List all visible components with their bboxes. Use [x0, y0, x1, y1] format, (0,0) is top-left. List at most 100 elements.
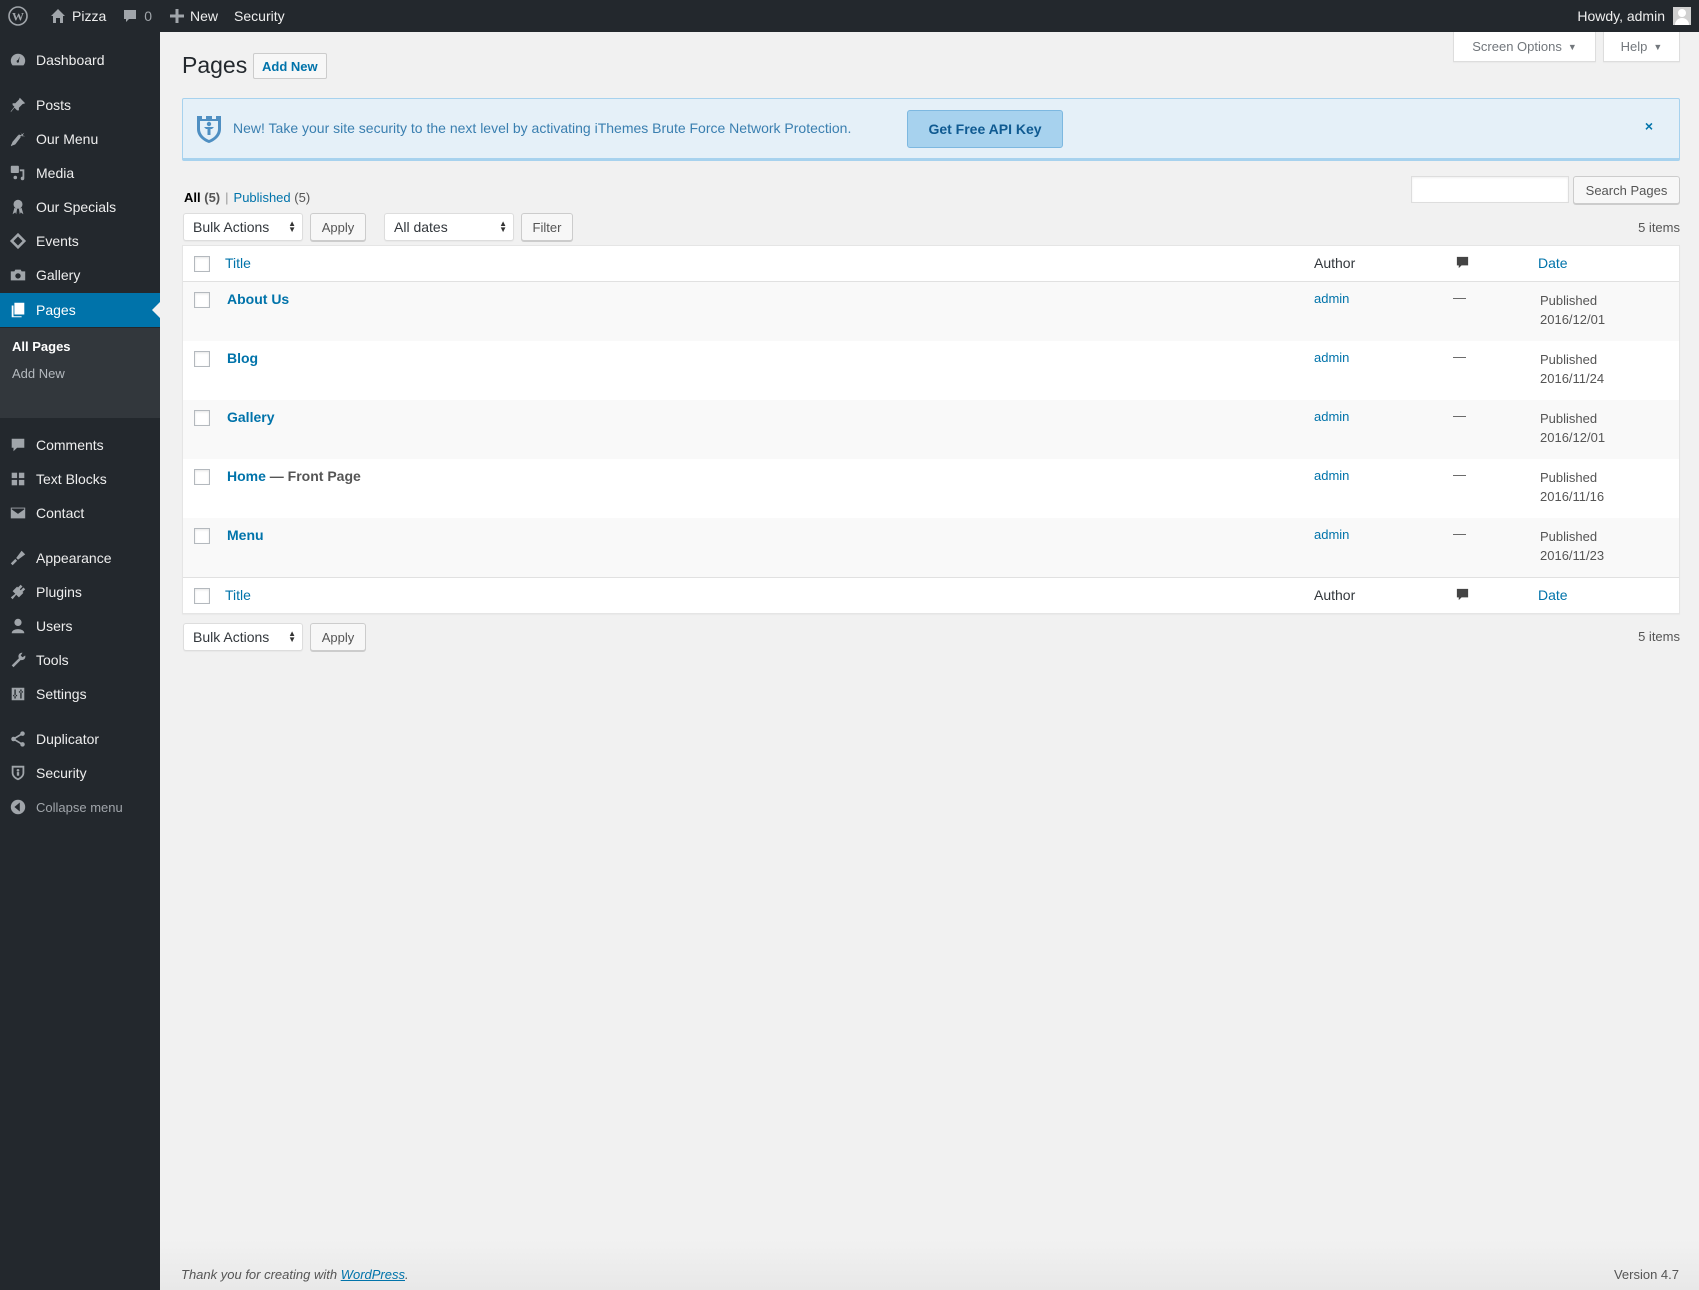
- page-title-link[interactable]: Gallery: [227, 409, 274, 425]
- view-all[interactable]: All (5): [184, 190, 220, 205]
- comments-count: —: [1453, 467, 1466, 482]
- sidebar-item-duplicator[interactable]: Duplicator: [0, 722, 160, 756]
- security-notice: New! Take your site security to the next…: [182, 98, 1680, 161]
- sidebar-item-label: Events: [36, 233, 79, 249]
- sidebar-item-label: Security: [36, 765, 87, 781]
- comments-count: 0: [144, 8, 153, 24]
- dismiss-notice-close-icon[interactable]: ×: [1645, 118, 1653, 134]
- sidebar-item-users[interactable]: Users: [0, 609, 160, 643]
- howdy-text: Howdy, admin: [1577, 8, 1665, 24]
- sidebar-item-settings[interactable]: Settings: [0, 677, 160, 711]
- publish-date: 2016/11/23: [1540, 548, 1605, 563]
- publish-date: 2016/12/01: [1540, 312, 1606, 327]
- account-menu[interactable]: Howdy, admin: [1569, 0, 1699, 32]
- search-pages-input[interactable]: [1411, 176, 1569, 203]
- bulk-actions-select-top[interactable]: Bulk Actions ▲ ▼: [183, 213, 303, 241]
- page-title: Pages: [182, 52, 248, 78]
- collapse-menu-button[interactable]: Collapse menu: [0, 790, 160, 824]
- sort-by-date[interactable]: Date: [1538, 255, 1568, 271]
- select-all-checkbox[interactable]: [194, 256, 210, 272]
- page-title-link[interactable]: Menu: [227, 527, 264, 543]
- author-link[interactable]: admin: [1314, 468, 1349, 483]
- publish-status: Published: [1540, 411, 1598, 426]
- sidebar-item-dashboard[interactable]: Dashboard: [0, 43, 160, 77]
- author-link[interactable]: admin: [1314, 350, 1349, 365]
- pages-table: Title Author Date About Us admin — Publi…: [182, 245, 1680, 614]
- sidebar-item-text-blocks[interactable]: Text Blocks: [0, 462, 160, 496]
- sidebar-item-label: Tools: [36, 652, 69, 668]
- pages-submenu: All Pages Add New: [0, 328, 160, 418]
- sidebar-item-plugins[interactable]: Plugins: [0, 575, 160, 609]
- sidebar-item-pages[interactable]: Pages: [0, 293, 160, 327]
- comments-count: —: [1453, 526, 1466, 541]
- page-title-link[interactable]: Blog: [227, 350, 258, 366]
- sidebar-item-label: Gallery: [36, 267, 81, 283]
- thanks-text: Thank you for creating with: [181, 1267, 341, 1282]
- site-name-link[interactable]: Pizza: [36, 0, 114, 32]
- table-row: Menu admin — Published 2016/11/23: [183, 518, 1679, 577]
- sidebar-item-label: Our Specials: [36, 199, 117, 215]
- sidebar-item-posts[interactable]: Posts: [0, 88, 160, 122]
- apply-button-bottom[interactable]: Apply: [310, 623, 366, 651]
- sidebar-item-appearance[interactable]: Appearance: [0, 541, 160, 575]
- email-icon: [0, 504, 36, 522]
- select-all-checkbox-bottom[interactable]: [194, 588, 210, 604]
- dates-filter-select[interactable]: All dates ▲ ▼: [384, 213, 514, 241]
- wordpress-logo-button[interactable]: W: [0, 0, 36, 32]
- sidebar-item-security[interactable]: Security: [0, 756, 160, 790]
- sidebar-item-gallery[interactable]: Gallery: [0, 258, 160, 292]
- submenu-all-pages[interactable]: All Pages: [12, 339, 71, 354]
- sidebar-item-events[interactable]: Events: [0, 224, 160, 258]
- page-title-link[interactable]: About Us: [227, 291, 289, 307]
- sort-by-date-bottom[interactable]: Date: [1538, 587, 1568, 603]
- shield-icon: [0, 764, 36, 782]
- sidebar-item-media[interactable]: Media: [0, 156, 160, 190]
- sidebar-item-our-specials[interactable]: Our Specials: [0, 190, 160, 224]
- security-link[interactable]: Security: [226, 0, 293, 32]
- comments-link[interactable]: 0: [114, 0, 160, 32]
- sidebar-item-label: Collapse menu: [36, 799, 123, 815]
- admin-footer: Thank you for creating with WordPress. V…: [160, 1240, 1699, 1290]
- sidebar-item-comments[interactable]: Comments: [0, 428, 160, 462]
- view-separator: |: [225, 190, 229, 205]
- get-free-api-key-button[interactable]: Get Free API Key: [907, 110, 1063, 148]
- sidebar-item-tools[interactable]: Tools: [0, 643, 160, 677]
- row-date: Published 2016/11/23: [1540, 527, 1604, 565]
- row-title: Home — Front Page: [227, 468, 361, 484]
- view-published[interactable]: Published (5): [234, 190, 311, 205]
- publish-status: Published: [1540, 529, 1598, 544]
- sort-by-title[interactable]: Title: [225, 255, 251, 271]
- publish-date: 2016/12/01: [1540, 430, 1606, 445]
- sidebar-item-our-menu[interactable]: Our Menu: [0, 122, 160, 156]
- filter-button[interactable]: Filter: [521, 213, 573, 241]
- settings-icon: [0, 685, 36, 703]
- author-link[interactable]: admin: [1314, 409, 1349, 424]
- search-pages-button[interactable]: Search Pages: [1573, 176, 1680, 204]
- table-row: Gallery admin — Published 2016/12/01: [183, 400, 1679, 459]
- row-checkbox[interactable]: [194, 410, 210, 426]
- admin-bar: W Pizza 0 New Security Howdy, admin: [0, 0, 1699, 32]
- sort-by-title-bottom[interactable]: Title: [225, 587, 251, 603]
- row-checkbox[interactable]: [194, 469, 210, 485]
- avatar: [1673, 7, 1691, 25]
- new-content-link[interactable]: New: [160, 0, 226, 32]
- table-row: Home — Front Page admin — Published 2016/…: [183, 459, 1679, 518]
- row-checkbox[interactable]: [194, 292, 210, 308]
- sidebar-item-contact[interactable]: Contact: [0, 496, 160, 530]
- author-link[interactable]: admin: [1314, 291, 1349, 306]
- help-button[interactable]: Help ▼: [1603, 32, 1680, 62]
- bulk-actions-select-bottom[interactable]: Bulk Actions ▲ ▼: [183, 623, 303, 651]
- add-new-button[interactable]: Add New: [253, 53, 327, 79]
- bulk-actions-label: Bulk Actions: [193, 219, 270, 235]
- apply-button-top[interactable]: Apply: [310, 213, 366, 241]
- page-title-link[interactable]: Home: [227, 468, 266, 484]
- author-link[interactable]: admin: [1314, 527, 1349, 542]
- sidebar-item-label: Pages: [36, 302, 76, 318]
- row-title: About Us: [227, 291, 289, 307]
- screen-options-button[interactable]: Screen Options ▼: [1453, 32, 1596, 62]
- submenu-add-new[interactable]: Add New: [12, 366, 65, 381]
- wordpress-link[interactable]: WordPress: [341, 1267, 405, 1282]
- ticket-icon: [0, 232, 36, 250]
- row-checkbox[interactable]: [194, 528, 210, 544]
- row-checkbox[interactable]: [194, 351, 210, 367]
